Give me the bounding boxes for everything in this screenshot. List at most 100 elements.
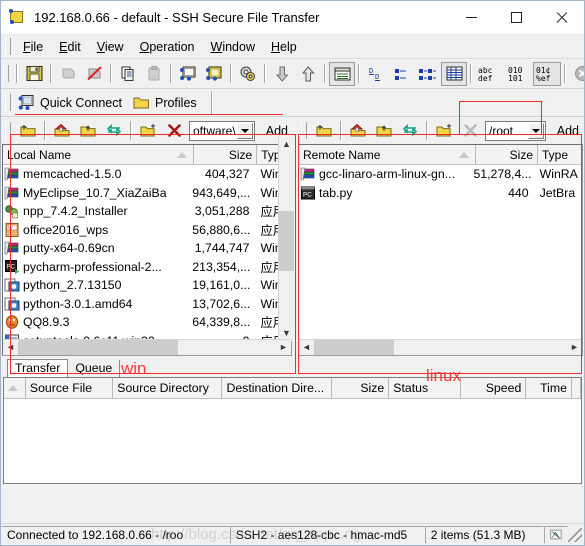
remote-refresh-icon[interactable] bbox=[397, 119, 423, 143]
transfer-header-time[interactable]: Time bbox=[526, 378, 572, 398]
table-row[interactable]: MyEclipse_10.7_XiaZaiBa943,649,...WinR..… bbox=[3, 184, 291, 203]
local-hscroll-right[interactable]: ► bbox=[276, 340, 291, 355]
copy-icon[interactable] bbox=[115, 62, 141, 86]
table-row[interactable]: python_2.7.1315019,161,0...Wind... bbox=[3, 276, 291, 295]
show-list-icon[interactable] bbox=[329, 61, 355, 86]
large-icons-icon[interactable]: D D bbox=[363, 62, 389, 86]
window-resize-grip[interactable] bbox=[568, 527, 582, 542]
table-row[interactable]: npp_7.4.2_Installer3,051,288应用程... bbox=[3, 202, 291, 221]
local-header-size[interactable]: Size bbox=[193, 145, 258, 164]
menu-drag-grip[interactable] bbox=[5, 38, 11, 55]
maximize-button[interactable] bbox=[494, 1, 539, 35]
save-icon[interactable] bbox=[21, 62, 47, 86]
tab-transfer[interactable]: Transfer bbox=[7, 359, 69, 377]
remote-header-type[interactable]: Type bbox=[538, 145, 582, 164]
menu-view[interactable]: View bbox=[89, 38, 132, 56]
remote-root-folder-icon[interactable] bbox=[371, 119, 397, 143]
transfer-header-status[interactable]: Status bbox=[389, 378, 461, 398]
transfer-header-source-file[interactable]: Source File bbox=[25, 378, 114, 398]
remote-hscroll-left[interactable]: ◄ bbox=[299, 340, 314, 355]
menu-help[interactable]: Help bbox=[263, 38, 305, 56]
menu-operation[interactable]: Operation bbox=[132, 38, 203, 56]
upload-icon[interactable] bbox=[295, 62, 321, 86]
remote-path-combobox[interactable]: /root bbox=[485, 120, 546, 141]
transfer-header-destination-directory[interactable]: Destination Dire... bbox=[222, 378, 332, 398]
remote-hscroll-thumb[interactable] bbox=[314, 340, 394, 355]
file-name-cell[interactable]: putty-x64-0.69cn bbox=[3, 240, 192, 256]
local-horizontal-scrollbar[interactable]: ◄ ► bbox=[3, 339, 291, 355]
transfer-header-sort[interactable] bbox=[4, 378, 26, 398]
table-row[interactable]: setuptools-0.6c11.win32...0应用程... bbox=[3, 332, 291, 339]
local-new-folder-icon[interactable] bbox=[135, 119, 161, 143]
remote-add-button[interactable]: Add bbox=[552, 122, 584, 140]
minimize-button[interactable] bbox=[449, 1, 494, 35]
local-path-combobox[interactable]: oftware\ bbox=[189, 120, 255, 141]
close-button[interactable] bbox=[539, 1, 584, 35]
file-name-cell[interactable]: MyEclipse_10.7_XiaZaiBa bbox=[3, 185, 192, 201]
ascii-transfer-icon[interactable]: abc def bbox=[475, 62, 505, 86]
transfer-rows-container[interactable] bbox=[4, 399, 581, 483]
menu-file[interactable]: File bbox=[15, 38, 51, 56]
file-name-cell[interactable]: PC pycharm-professional-2... bbox=[3, 259, 192, 275]
remote-rows-container[interactable]: gcc-linaro-arm-linux-gn... 51,278,4... Win… bbox=[299, 165, 582, 339]
download-icon[interactable] bbox=[269, 62, 295, 86]
table-row[interactable]: python-3.0.1.amd6413,702,6...Wind... bbox=[3, 295, 291, 314]
tab-queue[interactable]: Queue bbox=[68, 360, 121, 377]
details-view-icon[interactable] bbox=[441, 61, 467, 86]
binary-transfer-icon[interactable]: 010 101 bbox=[505, 62, 533, 86]
new-terminal-icon[interactable] bbox=[175, 62, 201, 86]
local-home-folder-icon[interactable] bbox=[49, 119, 75, 143]
profiles-button[interactable]: Profiles bbox=[130, 93, 205, 112]
remote-hscroll-right[interactable]: ► bbox=[567, 340, 582, 355]
menu-edit[interactable]: Edit bbox=[51, 38, 89, 56]
local-refresh-icon[interactable] bbox=[101, 119, 127, 143]
table-row[interactable]: PC tab.py 440 JetBra bbox=[299, 184, 582, 203]
toolbar-drag-grip[interactable] bbox=[3, 65, 9, 82]
local-header-name[interactable]: Local Name bbox=[3, 145, 194, 164]
local-up-one-level-icon[interactable] bbox=[15, 119, 41, 143]
table-row[interactable]: gcc-linaro-arm-linux-gn... 51,278,4... Win… bbox=[299, 165, 582, 184]
list-view-icon[interactable] bbox=[415, 62, 441, 86]
remote-file-list[interactable]: Remote Name Size Type gcc-linaro-arm-lin… bbox=[298, 144, 583, 356]
remote-header-name[interactable]: Remote Name bbox=[299, 145, 476, 164]
quickbar-drag-grip[interactable] bbox=[5, 94, 11, 111]
local-hscroll-thumb[interactable] bbox=[18, 340, 178, 355]
local-rows-container[interactable]: memcached-1.5.0404,327WinR...MyEclipse_1… bbox=[3, 165, 291, 339]
transfer-header-source-directory[interactable]: Source Directory bbox=[113, 378, 223, 398]
file-name-cell[interactable]: memcached-1.5.0 bbox=[3, 166, 192, 182]
file-name-cell[interactable]: gcc-linaro-arm-linux-gn... bbox=[299, 166, 473, 182]
file-name-cell[interactable]: PC tab.py bbox=[299, 185, 473, 201]
local-vertical-scrollbar[interactable]: ▲ ▼ bbox=[278, 137, 294, 341]
table-row[interactable]: memcached-1.5.0404,327WinR... bbox=[3, 165, 291, 184]
remote-path-dropdown-arrow[interactable] bbox=[527, 122, 544, 139]
file-name-cell[interactable]: Woffice2016_wps bbox=[3, 222, 192, 238]
local-path-dropdown-arrow[interactable] bbox=[236, 122, 253, 139]
table-row[interactable]: PCpycharm-professional-2...213,354,...应用… bbox=[3, 258, 291, 277]
file-name-cell[interactable]: python-3.0.1.amd64 bbox=[3, 296, 192, 312]
table-row[interactable]: putty-x64-0.69cn1,744,747WinR... bbox=[3, 239, 291, 258]
local-file-list[interactable]: Local Name Size Type memcached-1.5.0 404,… bbox=[2, 137, 294, 356]
table-row[interactable]: QQ8.9.364,339,8...应用程... bbox=[3, 313, 291, 332]
file-name-cell[interactable]: python_2.7.13150 bbox=[3, 277, 192, 293]
remote-header-size[interactable]: Size bbox=[476, 145, 538, 164]
file-name-cell[interactable]: QQ8.9.3 bbox=[3, 314, 192, 330]
remote-toolbar-grip[interactable] bbox=[301, 122, 307, 139]
settings-icon[interactable] bbox=[235, 62, 261, 86]
table-row[interactable]: Woffice2016_wps56,880,6...应用程... bbox=[3, 221, 291, 240]
transfer-header-size[interactable]: Size bbox=[331, 378, 390, 398]
local-hscroll-left[interactable]: ◄ bbox=[3, 340, 18, 355]
remote-new-folder-icon[interactable] bbox=[431, 119, 457, 143]
remote-home-folder-icon[interactable] bbox=[345, 119, 371, 143]
disconnect-icon[interactable] bbox=[81, 62, 107, 86]
small-icons-icon[interactable] bbox=[389, 62, 415, 86]
transfer-list[interactable]: Source File Source Directory Destination… bbox=[3, 377, 582, 484]
transfer-header-speed[interactable]: Speed bbox=[460, 378, 527, 398]
local-root-folder-icon[interactable] bbox=[75, 119, 101, 143]
file-name-cell[interactable]: npp_7.4.2_Installer bbox=[3, 203, 192, 219]
auto-transfer-icon[interactable]: 01¢ %ef bbox=[533, 61, 561, 86]
local-toolbar-grip[interactable] bbox=[5, 122, 11, 139]
local-vscroll-thumb[interactable] bbox=[279, 211, 294, 271]
remote-up-one-level-icon[interactable] bbox=[311, 119, 337, 143]
local-delete-icon[interactable] bbox=[161, 119, 187, 143]
new-file-transfer-icon[interactable] bbox=[201, 62, 227, 86]
